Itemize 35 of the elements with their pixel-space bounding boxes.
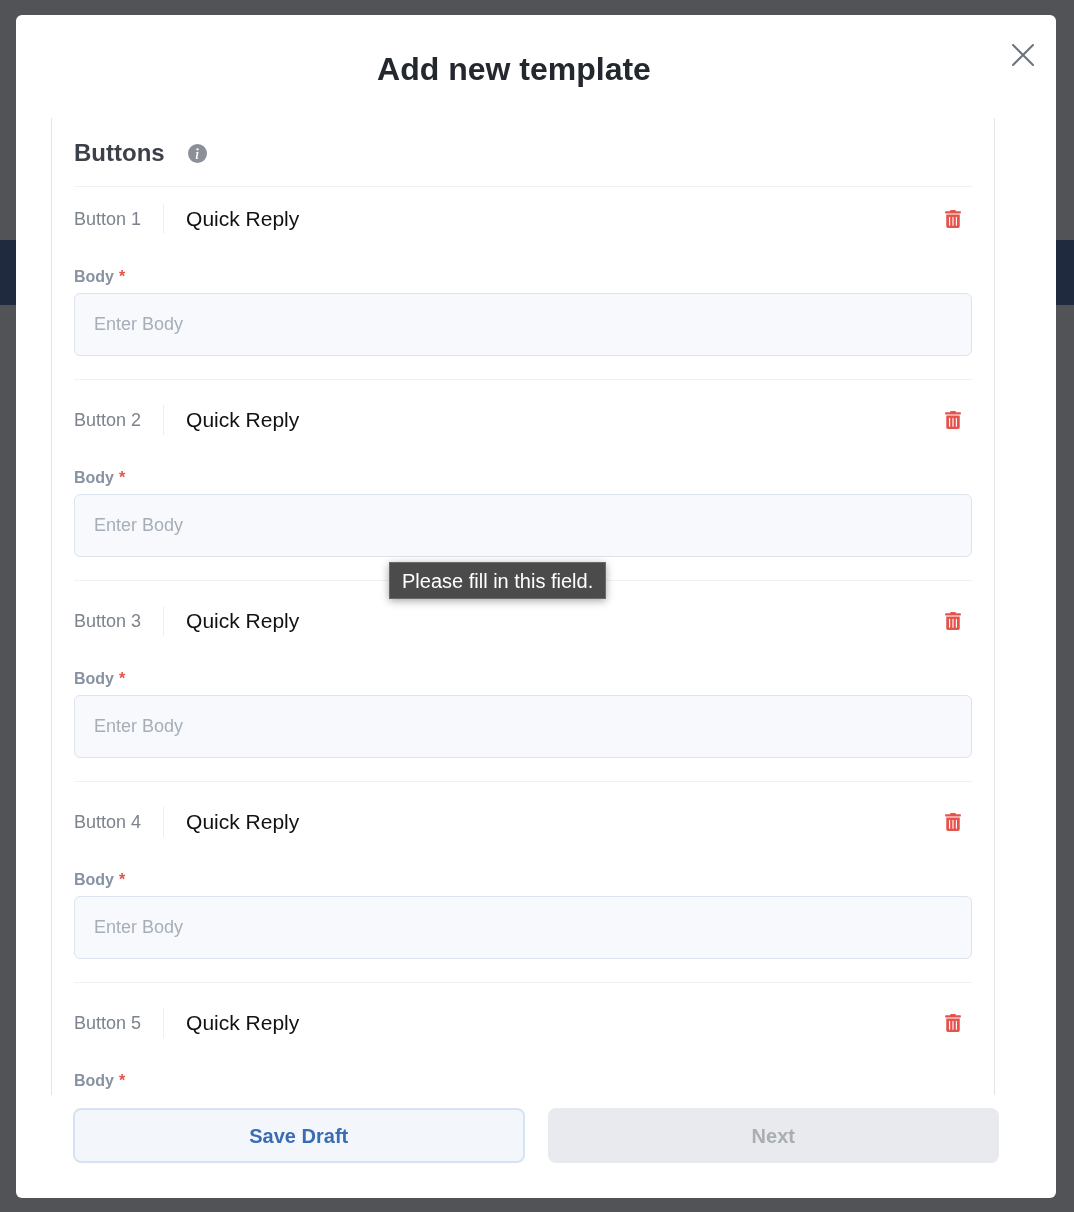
body-input[interactable]: Enter Body [74, 293, 972, 356]
field-label: Body [74, 870, 114, 890]
button-type-label: Quick Reply [186, 407, 300, 434]
save-draft-button[interactable]: Save Draft [73, 1108, 525, 1163]
body-input[interactable]: Enter Body [74, 896, 972, 959]
required-mark: * [119, 267, 126, 287]
button-number-label: Button 3 [74, 609, 142, 633]
button-number-label: Button 4 [74, 810, 142, 834]
field-label: Body [74, 669, 114, 689]
info-icon[interactable] [187, 143, 207, 163]
trash-icon[interactable] [945, 612, 961, 630]
close-icon[interactable] [1012, 44, 1034, 66]
modal-title: Add new template [376, 50, 652, 89]
field-label: Body [74, 1071, 114, 1091]
required-mark: * [119, 1071, 126, 1091]
trash-icon[interactable] [945, 411, 961, 429]
required-mark: * [119, 870, 126, 890]
required-mark: * [119, 669, 126, 689]
trash-icon[interactable] [945, 813, 961, 831]
button-type-label: Quick Reply [186, 206, 300, 233]
body-input[interactable]: Enter Body [74, 695, 972, 758]
button-type-label: Quick Reply [186, 1010, 300, 1037]
button-type-label: Quick Reply [186, 809, 300, 836]
trash-icon[interactable] [945, 210, 961, 228]
validation-tooltip: Please fill in this field. [389, 562, 607, 599]
field-label: Body [74, 468, 114, 488]
required-mark: * [119, 468, 126, 488]
body-input[interactable]: Enter Body [74, 494, 972, 557]
button-type-label: Quick Reply [186, 608, 300, 635]
field-label: Body [74, 267, 114, 287]
button-number-label: Button 5 [74, 1011, 142, 1035]
trash-icon[interactable] [945, 1014, 961, 1032]
button-number-label: Button 1 [74, 207, 142, 231]
button-number-label: Button 2 [74, 408, 142, 432]
section-heading: Buttons [74, 138, 165, 168]
